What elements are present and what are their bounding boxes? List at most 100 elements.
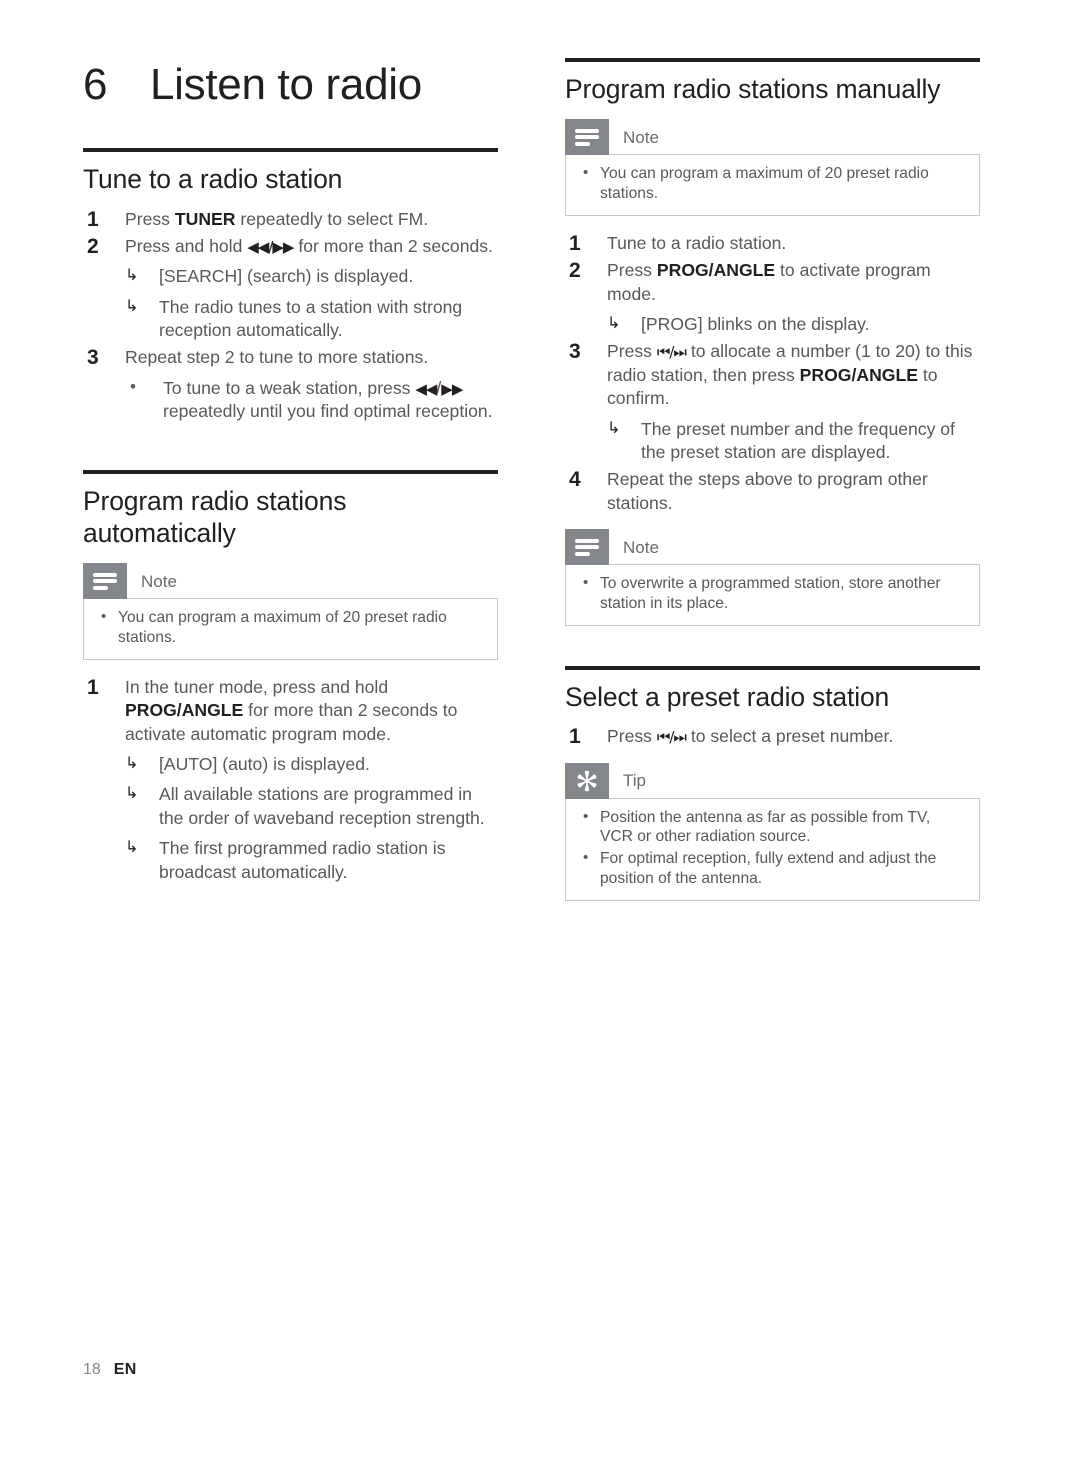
callout-label: Tip [609,762,646,799]
step-item: 3 Repeat step 2 to tune to more stations.… [83,346,498,423]
bullet-dot-icon: • [583,807,589,825]
step-result-item: ↳ [AUTO] (auto) is displayed. [125,753,498,776]
step-item: 1 Press ⏮/⏭ to select a preset number. [565,725,980,748]
step-item: 1 Press TUNER repeatedly to select FM. [83,208,498,231]
section-program-manually: Program radio stations manually Note • You… [565,58,980,626]
emphasised-term: PROG/ANGLE [656,260,776,281]
section-heading: Tune to a radio station [83,164,343,195]
step-number: 1 [569,725,581,749]
step-bullet-item: • To tune to a weak station, press ◀◀/▶▶ … [125,377,498,424]
tip-asterisk-icon [577,770,597,791]
step-item: 3 Press ⏮/⏭ to allocate a number (1 to 20… [565,340,980,464]
step-bullets-list: • To tune to a weak station, press ◀◀/▶▶ … [125,377,498,424]
step-result-item: ↳ The first programmed radio station is b… [125,837,498,884]
step-body: Press TUNER repeatedly to select FM. [125,209,428,229]
section-rule [565,58,980,62]
step-body: Repeat step 2 to tune to more stations. [125,347,428,367]
step-results-list: ↳ [SEARCH] (search) is displayed. ↳ The rad… [125,265,498,342]
callout-item: • For optimal reception, fully extend and… [578,849,967,889]
steps-list-tune: 1 Press TUNER repeatedly to select FM. 2 Pr… [83,208,498,424]
callout-item-text: To overwrite a programmed station, store… [600,575,941,613]
step-number: 4 [569,468,581,492]
callout-header: Note [565,529,980,566]
callout-body: • To overwrite a programmed station, stor… [565,564,980,626]
chapter-title: 6 Listen to radio [83,61,498,108]
result-arrow-icon: ↳ [125,783,139,803]
step-item: 1 In the tuner mode, press and hold PROG/… [83,676,498,884]
step-number: 1 [569,231,581,255]
section-heading: Program radio stations manually [565,74,941,104]
step-body: Press ⏮/⏭ to select a preset number. [607,726,893,746]
section-heading: Program radio stations automatically [83,485,347,548]
note-callout: Note • You can program a maximum of 20 pre… [83,563,498,660]
step-number: 3 [87,346,99,370]
steps-list-program-manual: 1 Tune to a radio station. 2 Press PROG/ANG… [565,232,980,515]
step-result-item: ↳ The radio tunes to a station with stron… [125,296,498,343]
callout-items-list: • You can program a maximum of 20 preset … [578,164,967,204]
callout-badge [565,529,609,566]
step-number: 1 [87,675,99,699]
section-heading: Select a preset radio station [565,681,890,712]
callout-label: Note [609,529,659,565]
callout-item: • Position the antenna as far as possible… [578,808,967,848]
step-text: Repeat step 2 to tune to more stations. [125,347,429,368]
step-result-item: ↳ All available stations are programmed i… [125,783,498,830]
result-arrow-icon: ↳ [125,295,139,315]
step-text: Tune to a radio station. [607,232,787,253]
left-column: 6 Listen to radio Tune to a radio statio… [83,0,498,888]
callout-badge [565,119,609,156]
result-arrow-icon: ↳ [125,837,139,857]
step-item: 4 Repeat the steps above to program other… [565,468,980,515]
step-body: Press ⏮/⏭ to allocate a number (1 to 20)… [607,341,972,408]
step-number: 1 [87,207,99,231]
step-text: To tune to a weak station, press [163,377,416,398]
emphasised-term: PROG/ANGLE [125,700,244,721]
callout-item-text: You can program a maximum of 20 preset r… [600,165,929,203]
bullet-text: To tune to a weak station, press ◀◀/▶▶ r… [163,378,493,421]
note-callout: Note • You can program a maximum of 20 pre… [565,119,980,216]
step-item: 2 Press PROG/ANGLE to activate program mo… [565,259,980,336]
callout-items-list: • Position the antenna as far as possible… [578,808,967,889]
step-text: Repeat the steps above to program other … [607,469,928,513]
callout-body: • Position the antenna as far as possible… [565,797,980,901]
right-column: Program radio stations manually Note • You… [565,0,980,917]
section-rule [83,148,498,153]
bullet-dot-icon: • [101,608,107,626]
transport-control-glyph: ◀◀ [415,379,437,398]
step-text: In the tuner mode, press and hold [125,676,389,697]
step-text: Press [607,341,657,362]
callout-label: Note [127,563,177,599]
footer-page-number: 18 [83,1361,101,1378]
result-text: [AUTO] (auto) is displayed. [159,754,370,775]
callout-header: Note [565,119,980,156]
result-arrow-icon: ↳ [607,313,621,333]
steps-list-program-auto: 1 In the tuner mode, press and hold PROG/… [83,676,498,884]
result-text: The radio tunes to a station with strong… [159,296,463,341]
bullet-dot-icon: • [583,164,589,182]
bullet-dot-icon: • [583,574,589,592]
callout-item-text: Position the antenna as far as possible … [600,808,931,846]
step-text: to select a preset number. [685,726,894,747]
bullet-dot-icon: • [583,849,589,867]
step-body: Tune to a radio station. [607,233,786,253]
callout-header: Tip [565,762,980,799]
result-text: All available stations are programmed in… [159,784,485,828]
transport-control-glyph: ⏮/⏭ [656,343,687,362]
steps-list-select-preset: 1 Press ⏮/⏭ to select a preset number. [565,725,980,748]
section-program-automatically: Program radio stations automatically Not… [83,469,498,884]
result-arrow-icon: ↳ [607,417,621,437]
result-arrow-icon: ↳ [125,265,139,285]
section-tune-to-radio-station: Tune to a radio station 1 Press TUNER rep… [83,148,498,423]
transport-control-glyph: ▶▶ [441,379,463,398]
callout-body: • You can program a maximum of 20 preset … [565,154,980,216]
step-number: 3 [569,340,581,364]
callout-items-list: • You can program a maximum of 20 preset … [96,608,485,648]
step-result-item: ↳ [PROG] blinks on the display. [607,313,980,336]
step-text: repeatedly until you find optimal recept… [163,401,493,422]
step-results-list: ↳ [AUTO] (auto) is displayed. ↳ All availab… [125,753,498,884]
callout-badge [83,563,127,600]
callout-item: • You can program a maximum of 20 preset … [578,164,967,204]
callout-body: • You can program a maximum of 20 preset … [83,598,498,660]
result-text: The first programmed radio station is br… [159,838,446,882]
transport-control-glyph: ⏮/⏭ [656,728,687,747]
